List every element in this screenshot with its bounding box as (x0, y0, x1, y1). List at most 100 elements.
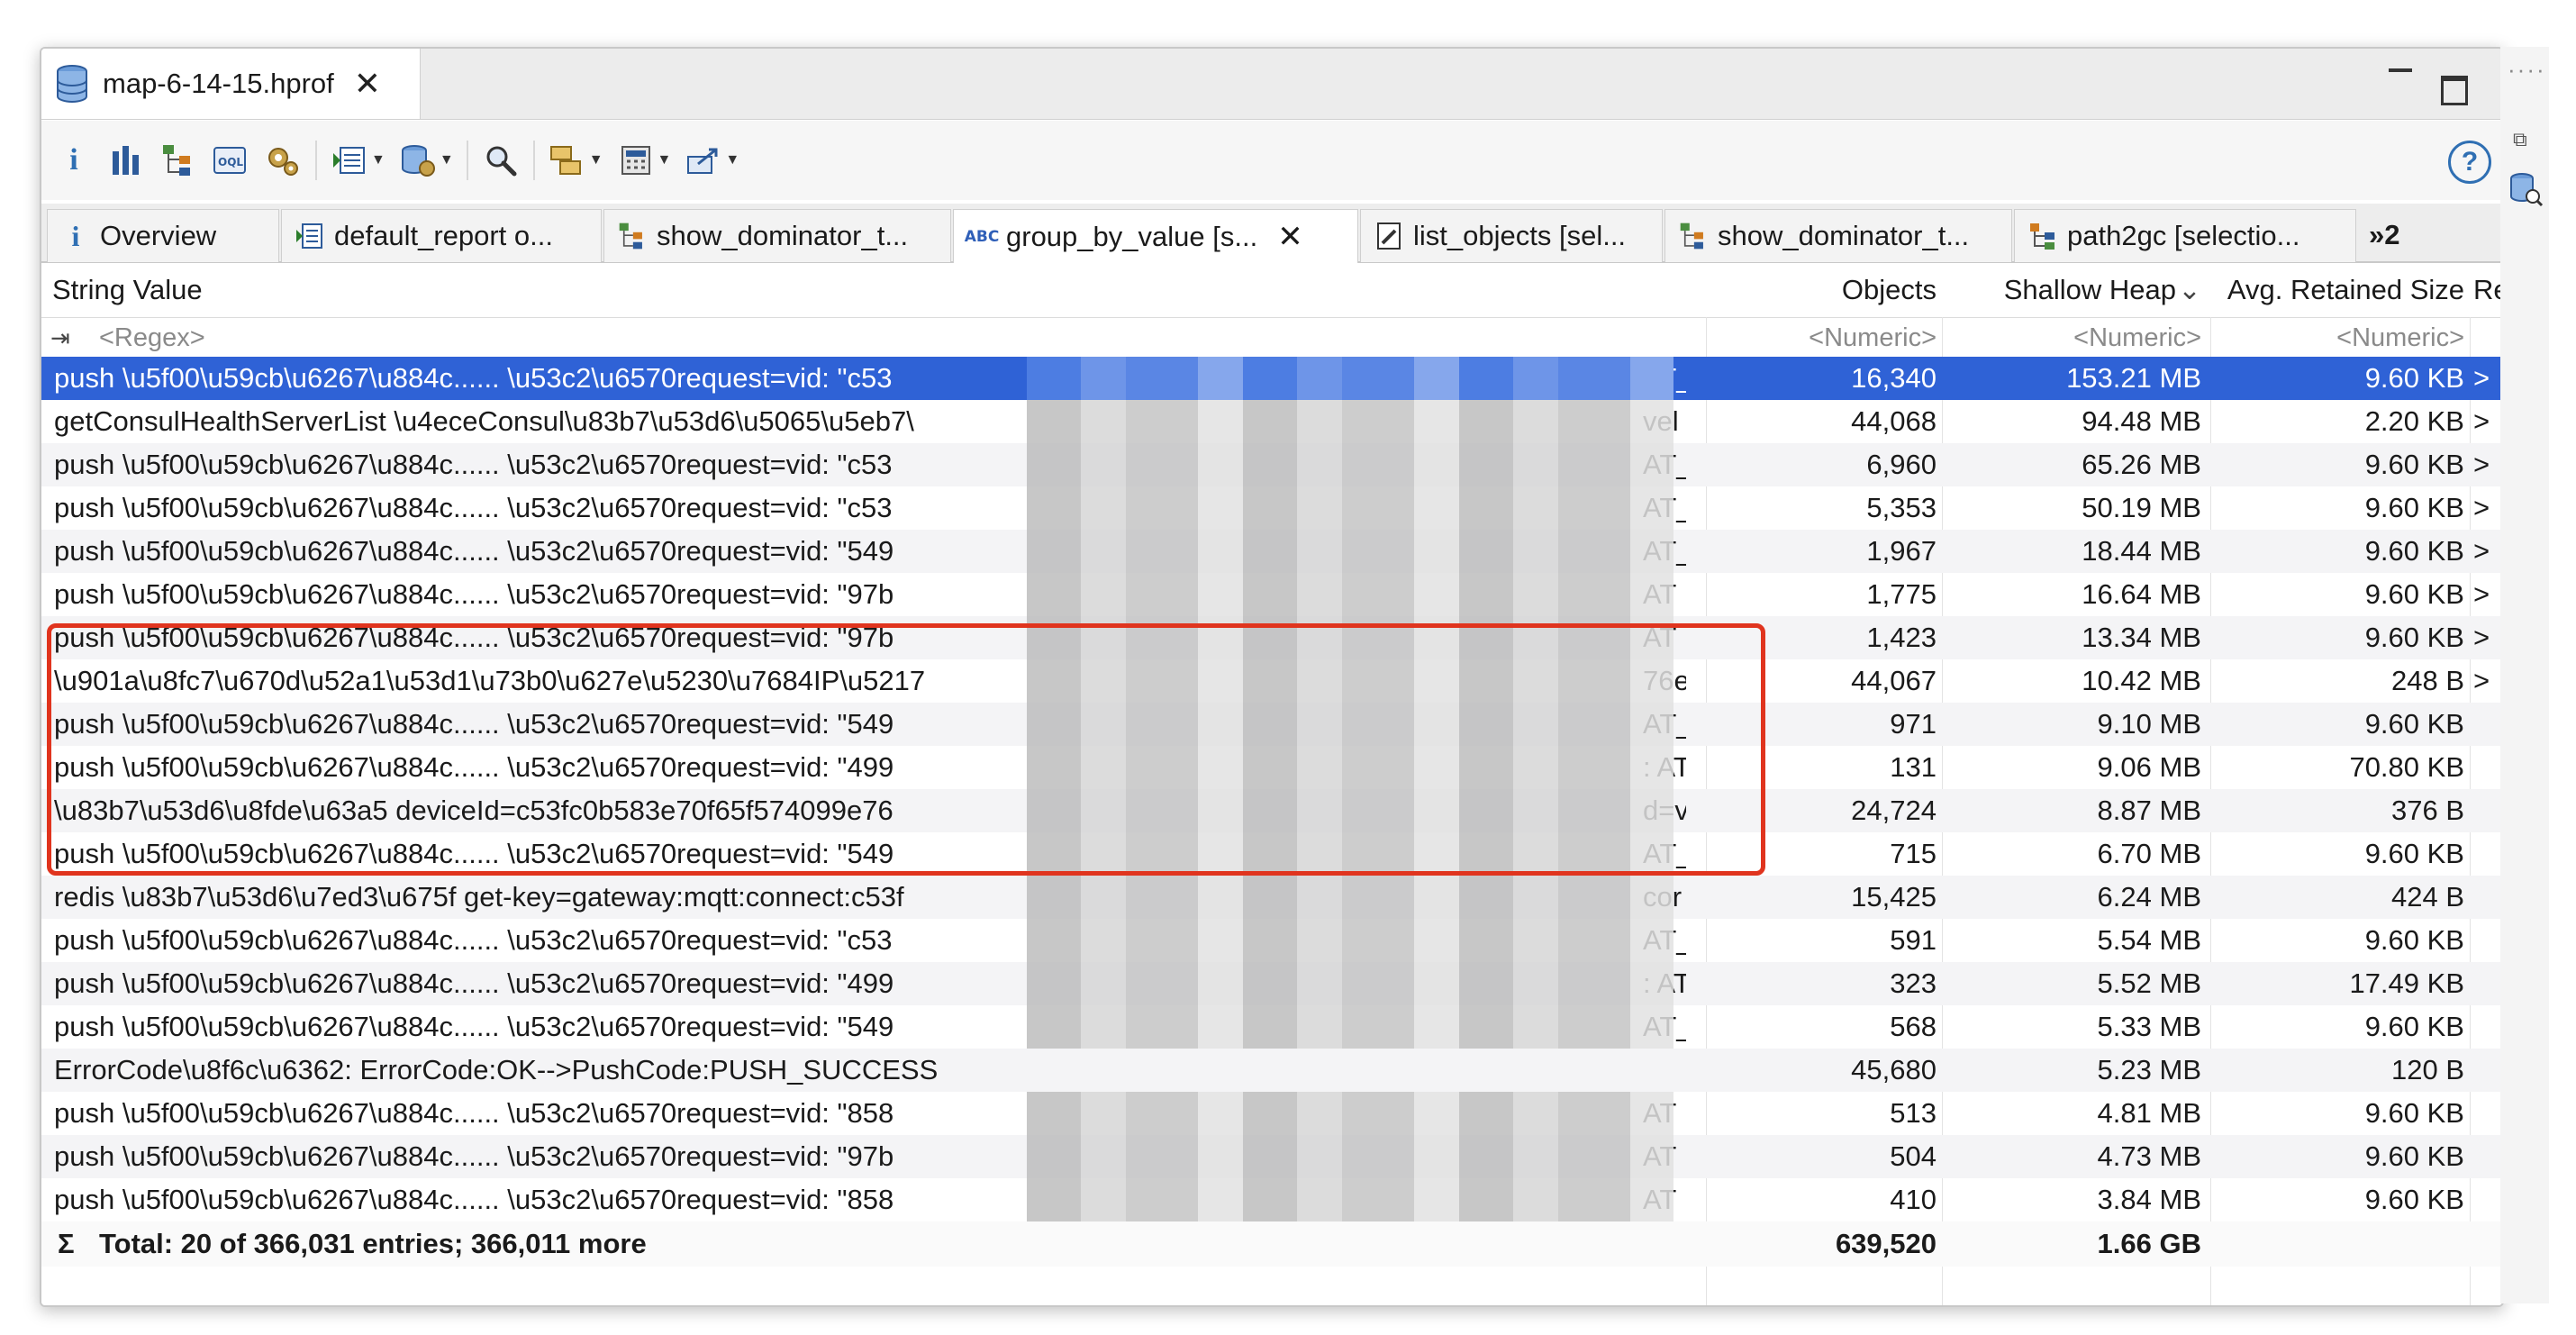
tab-list-objects[interactable]: list_objects [sel... (1360, 209, 1663, 262)
shallow-heap-cell: 4.73 MB (2097, 1140, 2201, 1172)
retained-cell: > (2473, 405, 2490, 437)
tab-overview[interactable]: i Overview (47, 209, 279, 262)
table-row[interactable]: push \u5f00\u59cb\u6267\u884c...... \u53… (41, 746, 2502, 789)
table-row[interactable]: push \u5f00\u59cb\u6267\u884c...... \u53… (41, 962, 2502, 1005)
retained-cell: > (2473, 492, 2490, 523)
chevron-down-icon[interactable]: ▼ (725, 152, 739, 168)
shallow-heap-cell: 5.23 MB (2097, 1054, 2201, 1085)
dominator-tree-icon[interactable] (159, 141, 198, 180)
objects-cell: 45,680 (1851, 1054, 1937, 1085)
avg-retained-cell: 9.60 KB (2364, 838, 2464, 869)
tab-overflow-label: »2 (2369, 219, 2400, 250)
table-row[interactable]: push \u5f00\u59cb\u6267\u884c...... \u53… (41, 616, 2502, 659)
table-row[interactable]: ErrorCode\u8f6c\u6362: ErrorCode:OK-->Pu… (41, 1049, 2502, 1092)
column-header-retained[interactable]: Re (2473, 263, 2502, 317)
string-value-cell: push \u5f00\u59cb\u6267\u884c...... \u53… (54, 362, 893, 394)
redacted-region (1027, 1092, 1673, 1135)
string-value-cell: push \u5f00\u59cb\u6267\u884c...... \u53… (54, 578, 894, 610)
oql-icon[interactable]: OQL (211, 141, 250, 180)
avg-retained-filter-input[interactable]: <Numeric> (2219, 319, 2464, 357)
tab-overflow-chevron[interactable]: »2 (2358, 209, 2441, 261)
list-objects-icon (1374, 221, 1404, 251)
tab-group-by-value[interactable]: ABC group_by_value [s... ✕ (953, 209, 1358, 264)
table-row[interactable]: push \u5f00\u59cb\u6267\u884c...... \u53… (41, 486, 2502, 530)
table-row[interactable]: \u83b7\u53d6\u8fde\u63a5 deviceId=c53fc0… (41, 789, 2502, 832)
column-header-avg-retained[interactable]: Avg. Retained Size (2212, 263, 2464, 317)
svg-text:OQL: OQL (218, 156, 243, 168)
retained-cell: > (2473, 535, 2490, 567)
chevron-down-icon[interactable]: ▼ (371, 152, 385, 168)
redacted-region (1027, 357, 1673, 400)
run-report-icon[interactable] (330, 141, 369, 180)
avg-retained-cell: 17.49 KB (2349, 967, 2464, 999)
shallow-heap-filter-input[interactable]: <Numeric> (1956, 319, 2201, 357)
objects-cell: 1,775 (1866, 578, 1937, 610)
retained-cell (2473, 876, 2500, 919)
table-row[interactable]: push \u5f00\u59cb\u6267\u884c...... \u53… (41, 530, 2502, 573)
tab-show-dominator-tree[interactable]: show_dominator_t... (603, 209, 951, 262)
chevron-down-icon[interactable]: ▼ (589, 152, 603, 168)
string-value-cell: push \u5f00\u59cb\u6267\u884c...... \u53… (54, 967, 894, 999)
shallow-heap-cell: 5.52 MB (2097, 967, 2201, 999)
table-row[interactable]: push \u5f00\u59cb\u6267\u884c...... \u53… (41, 1092, 2502, 1135)
sort-descending-icon[interactable]: ⌄ (2178, 263, 2205, 317)
tab-label: list_objects [sel... (1413, 220, 1627, 251)
redacted-region (1027, 1005, 1673, 1049)
calculator-icon[interactable] (616, 141, 656, 180)
tab-label: Overview (100, 220, 217, 251)
restore-icon[interactable]: ⧉ (2513, 128, 2533, 150)
info-icon[interactable]: i (54, 141, 94, 180)
table-row[interactable]: push \u5f00\u59cb\u6267\u884c...... \u53… (41, 573, 2502, 616)
objects-filter-input[interactable]: <Numeric> (1717, 319, 1937, 357)
more-icon[interactable]: ···· (2508, 56, 2546, 84)
tab-show-dominator-tree-2[interactable]: show_dominator_t... (1664, 209, 2012, 262)
gears-icon[interactable] (263, 141, 303, 180)
tab-default-report[interactable]: default_report o... (281, 209, 602, 262)
objects-cell: 1,967 (1866, 535, 1937, 567)
close-icon[interactable]: ✕ (1277, 219, 1303, 255)
table-row[interactable]: push \u5f00\u59cb\u6267\u884c...... \u53… (41, 1178, 2502, 1221)
column-header-shallow-heap[interactable]: Shallow Heap (1956, 263, 2176, 317)
retained-cell (2473, 1049, 2500, 1092)
regex-filter-input[interactable]: <Regex> (99, 319, 205, 357)
objects-cell: 971 (1890, 708, 1937, 740)
table-row[interactable]: push \u5f00\u59cb\u6267\u884c...... \u53… (41, 1005, 2502, 1049)
redacted-region (1027, 703, 1673, 746)
search-icon[interactable] (481, 141, 521, 180)
editor-tab-hprof[interactable]: map-6-14-15.hprof ✕ (41, 49, 421, 119)
table-row[interactable]: push \u5f00\u59cb\u6267\u884c...... \u53… (41, 703, 2502, 746)
database-search-icon[interactable] (2508, 171, 2544, 207)
dominator-tree-icon (617, 221, 648, 251)
help-icon[interactable]: ? (2448, 141, 2491, 184)
avg-retained-cell: 70.80 KB (2349, 751, 2464, 783)
table-row[interactable]: \u901a\u8fc7\u670d\u52a1\u53d1\u73b0\u62… (41, 659, 2502, 703)
table-row[interactable]: redis \u83b7\u53d6\u7ed3\u675f get-key=g… (41, 876, 2502, 919)
tab-label: show_dominator_t... (1718, 220, 1970, 251)
close-icon[interactable]: ✕ (354, 65, 381, 103)
shallow-heap-cell: 4.81 MB (2097, 1097, 2201, 1129)
table-row[interactable]: push \u5f00\u59cb\u6267\u884c...... \u53… (41, 443, 2502, 486)
export-icon[interactable] (684, 141, 723, 180)
table-row[interactable]: push \u5f00\u59cb\u6267\u884c...... \u53… (41, 919, 2502, 962)
chevron-down-icon[interactable]: ▼ (658, 152, 672, 168)
string-value-cell: push \u5f00\u59cb\u6267\u884c...... \u53… (54, 1184, 894, 1215)
table-row[interactable]: getConsulHealthServerList \u4eceConsul\u… (41, 400, 2502, 443)
group-by-icon[interactable] (548, 141, 587, 180)
column-header-objects[interactable]: Objects (1717, 263, 1937, 317)
table-row[interactable]: push \u5f00\u59cb\u6267\u884c...... \u53… (41, 1135, 2502, 1178)
histogram-icon[interactable] (106, 141, 146, 180)
column-header-string-value[interactable]: String Value (52, 263, 203, 317)
tab-path2gc[interactable]: path2gc [selectio... (2014, 209, 2356, 262)
filter-row: ⇥ <Regex> <Numeric> <Numeric> <Numeric> (41, 319, 2502, 357)
table-row[interactable]: push \u5f00\u59cb\u6267\u884c...... \u53… (41, 357, 2502, 400)
chevron-down-icon[interactable]: ▼ (440, 152, 454, 168)
retained-cell (2473, 1178, 2500, 1221)
shallow-heap-cell: 18.44 MB (2082, 535, 2201, 567)
objects-cell: 5,353 (1866, 492, 1937, 523)
heap-dump-action-icon[interactable] (398, 141, 438, 180)
minimize-icon[interactable] (2389, 68, 2412, 76)
maximize-icon[interactable] (2441, 76, 2468, 105)
objects-cell: 24,724 (1851, 795, 1937, 826)
objects-cell: 715 (1890, 838, 1937, 869)
table-row[interactable]: push \u5f00\u59cb\u6267\u884c...... \u53… (41, 832, 2502, 876)
